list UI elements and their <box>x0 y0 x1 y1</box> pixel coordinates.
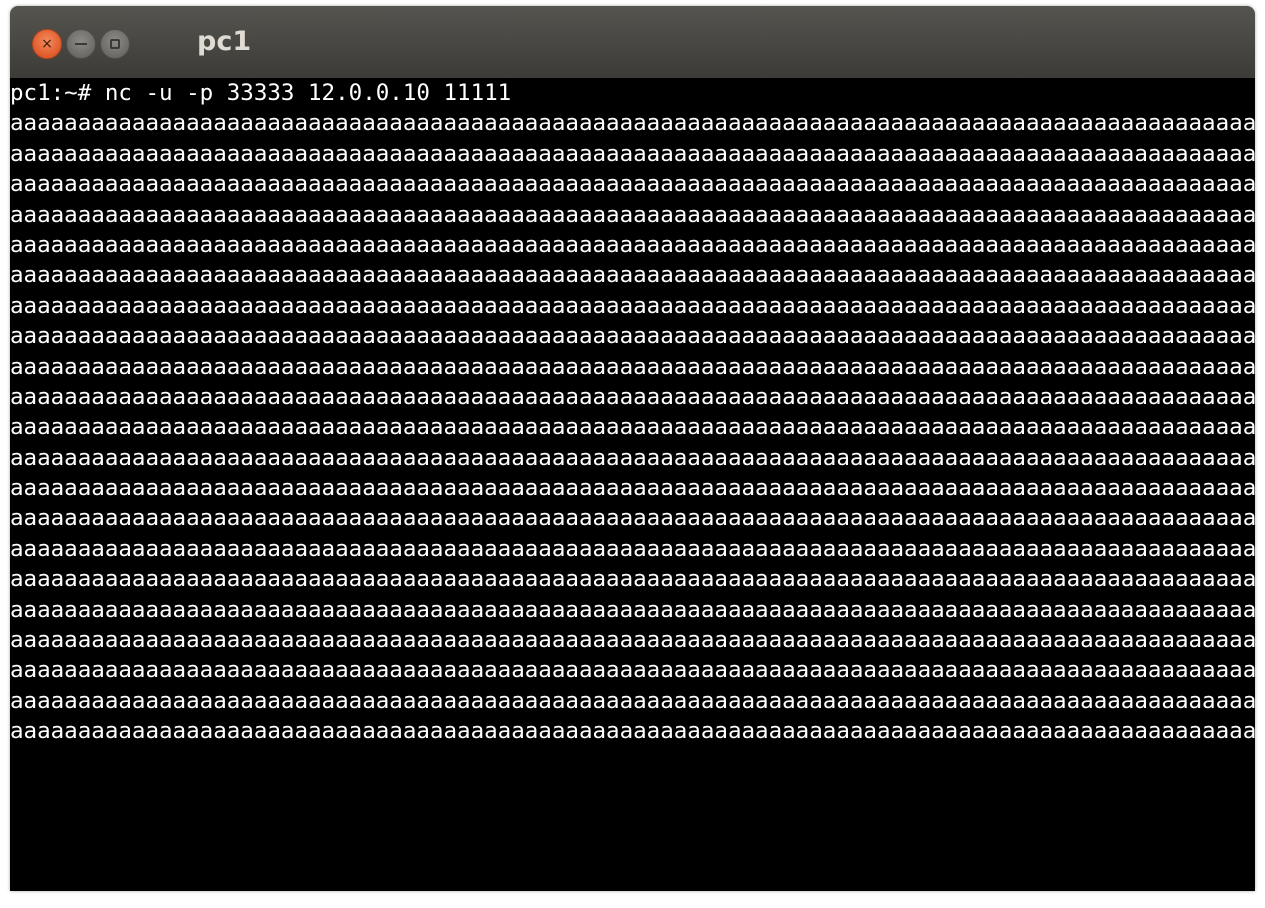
command-line: pc1:~# nc -u -p 33333 12.0.0.10 11111 <box>10 80 512 106</box>
terminal-area[interactable]: pc1:~# nc -u -p 33333 12.0.0.10 11111 aa… <box>10 78 1255 891</box>
terminal-last-line: aaaaaaaaaaaaaaaaaaaaaaaaaaaaaaaaaaaaaaaa… <box>10 716 1255 746</box>
output-line: aaaaaaaaaaaaaaaaaaaaaaaaaaaaaaaaaaaaaaaa… <box>10 201 1255 228</box>
close-button[interactable]: × <box>32 29 62 59</box>
output-line: aaaaaaaaaaaaaaaaaaaaaaaaaaaaaaaaaaaaaaaa… <box>10 110 1255 137</box>
output-line: aaaaaaaaaaaaaaaaaaaaaaaaaaaaaaaaaaaaaaaa… <box>10 687 1255 714</box>
title-bar[interactable]: × pc1 <box>10 6 1255 78</box>
maximize-button[interactable] <box>100 29 130 59</box>
output-line: aaaaaaaaaaaaaaaaaaaaaaaaaaaaaaaaaaaaaaaa… <box>10 505 1255 532</box>
terminal-output: aaaaaaaaaaaaaaaaaaaaaaaaaaaaaaaaaaaaaaaa… <box>10 108 1255 716</box>
output-line: aaaaaaaaaaaaaaaaaaaaaaaaaaaaaaaaaaaaaaaa… <box>10 383 1255 410</box>
close-icon: × <box>41 36 53 52</box>
output-line: aaaaaaaaaaaaaaaaaaaaaaaaaaaaaaaaaaaaaaaa… <box>10 140 1255 167</box>
output-line: aaaaaaaaaaaaaaaaaaaaaaaaaaaaaaaaaaaaaaaa… <box>10 171 1255 198</box>
output-line: aaaaaaaaaaaaaaaaaaaaaaaaaaaaaaaaaaaaaaaa… <box>10 353 1255 380</box>
output-line: aaaaaaaaaaaaaaaaaaaaaaaaaaaaaaaaaaaaaaaa… <box>10 444 1255 471</box>
terminal-window: × pc1 pc1:~# nc -u -p 33333 12.0.0.10 11… <box>10 6 1255 891</box>
output-line: aaaaaaaaaaaaaaaaaaaaaaaaaaaaaaaaaaaaaaaa… <box>10 596 1255 623</box>
output-line: aaaaaaaaaaaaaaaaaaaaaaaaaaaaaaaaaaaaaaaa… <box>10 657 1255 684</box>
maximize-icon <box>110 39 120 49</box>
output-line: aaaaaaaaaaaaaaaaaaaaaaaaaaaaaaaaaaaaaaaa… <box>10 627 1255 654</box>
output-line: aaaaaaaaaaaaaaaaaaaaaaaaaaaaaaaaaaaaaaaa… <box>10 414 1255 441</box>
output-line: aaaaaaaaaaaaaaaaaaaaaaaaaaaaaaaaaaaaaaaa… <box>10 231 1255 258</box>
output-line: aaaaaaaaaaaaaaaaaaaaaaaaaaaaaaaaaaaaaaaa… <box>10 292 1255 319</box>
minimize-button[interactable] <box>66 29 96 59</box>
output-line: aaaaaaaaaaaaaaaaaaaaaaaaaaaaaaaaaaaaaaaa… <box>10 566 1255 593</box>
output-line: aaaaaaaaaaaaaaaaaaaaaaaaaaaaaaaaaaaaaaaa… <box>10 535 1255 562</box>
output-line: aaaaaaaaaaaaaaaaaaaaaaaaaaaaaaaaaaaaaaaa… <box>10 475 1255 502</box>
window-title: pc1 <box>197 26 252 57</box>
output-line: aaaaaaaaaaaaaaaaaaaaaaaaaaaaaaaaaaaaaaaa… <box>10 262 1255 289</box>
minimize-icon <box>75 43 87 45</box>
output-line: aaaaaaaaaaaaaaaaaaaaaaaaaaaaaaaaaaaaaaaa… <box>10 323 1255 350</box>
last-line-text: aaaaaaaaaaaaaaaaaaaaaaaaaaaaaaaaaaaaaaaa… <box>10 718 1255 745</box>
